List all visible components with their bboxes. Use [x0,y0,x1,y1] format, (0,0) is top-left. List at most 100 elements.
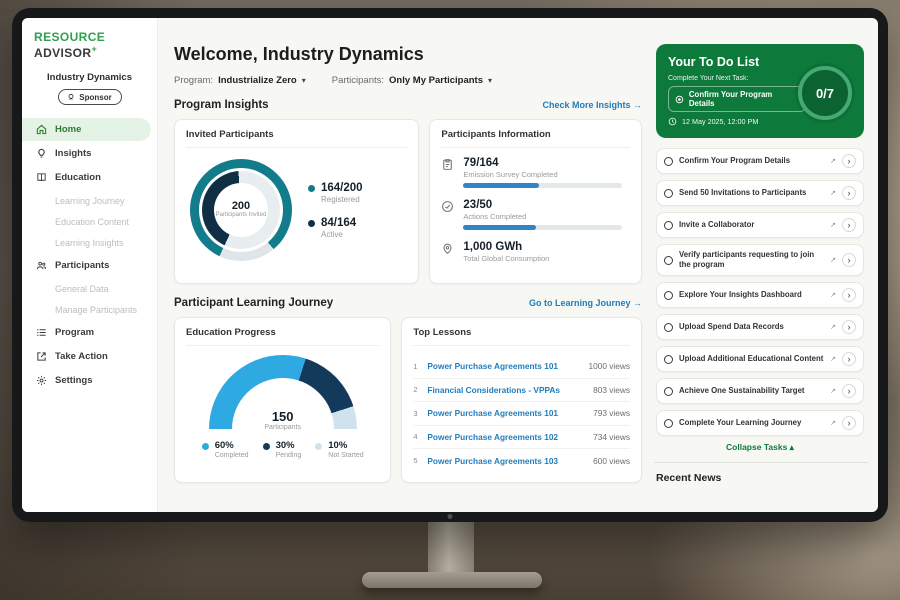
lesson-row: 1 Power Purchase Agreements 101 1000 vie… [413,355,630,379]
chevron-right-icon[interactable]: › [842,416,856,430]
chevron-right-icon[interactable]: › [842,384,856,398]
monitor-stand-neck [428,518,474,578]
filter-bar: Program: Industrialize Zero ▾ Participan… [174,75,642,86]
chevron-right-icon[interactable]: › [842,218,856,232]
education-total: 150 [209,409,357,424]
lesson-views: 600 views [587,456,630,466]
divider [654,462,868,463]
task-item-complete-learning-journey[interactable]: Complete Your Learning Journey ↗ › [656,410,864,436]
task-label: Verify participants requesting to join t… [679,250,824,270]
checkbox-circle-icon[interactable] [664,221,673,230]
survey-progress-fill [463,183,539,188]
checkbox-circle-icon[interactable] [664,256,673,265]
checkbox-circle-icon[interactable] [664,189,673,198]
sidebar-item-learning-insights[interactable]: Learning Insights [22,232,157,253]
checkbox-circle-icon[interactable] [664,387,673,396]
monitor-logo-dot [448,514,453,519]
sidebar-item-education[interactable]: Education [22,166,151,189]
donut-center: 200 Participants Invited [214,183,268,237]
section-title: Participant Learning Journey [174,297,333,309]
sidebar-item-manage-participants[interactable]: Manage Participants [22,299,157,320]
participants-select[interactable]: Participants: Only My Participants ▾ [332,75,492,86]
chevron-right-icon[interactable]: › [842,154,856,168]
lesson-link[interactable]: Power Purchase Agreements 101 [427,361,582,371]
recent-news-title: Recent News [656,472,864,484]
top-lessons-card: Top Lessons 1 Power Purchase Agreements … [401,317,642,483]
page-title: Welcome, Industry Dynamics [174,44,642,65]
task-item-upload-educational-content[interactable]: Upload Additional Educational Content ↗ … [656,346,864,372]
todo-header-card: Your To Do List Complete Your Next Task:… [656,44,864,138]
lesson-link[interactable]: Financial Considerations - VPPAs [427,385,587,395]
checkbox-circle-icon[interactable] [664,291,673,300]
checkbox-circle-icon[interactable] [664,157,673,166]
checkbox-circle-icon[interactable] [664,355,673,364]
lesson-link[interactable]: Power Purchase Agreements 101 [427,408,587,418]
arrow-right-icon: → [633,298,642,308]
lesson-rank: 3 [413,409,427,418]
task-item-explore-insights[interactable]: Explore Your Insights Dashboard ↗ › [656,282,864,308]
registered-dot [308,185,315,192]
task-item-confirm-program[interactable]: Confirm Your Program Details ↗ › [656,148,864,174]
checkbox-circle-icon[interactable] [664,323,673,332]
lesson-link[interactable]: Power Purchase Agreements 103 [427,456,587,466]
monitor-stand-base [362,572,542,588]
task-item-upload-spend-data[interactable]: Upload Spend Data Records ↗ › [656,314,864,340]
program-select[interactable]: Program: Industrialize Zero ▾ [174,75,306,86]
program-insights-header: Program Insights Check More Insights → [174,99,642,111]
collapse-tasks-link[interactable]: Collapse Tasks ▴ [656,442,864,453]
next-task[interactable]: Confirm Your Program Details [668,86,806,112]
sidebar-item-learning-journey[interactable]: Learning Journey [22,190,157,211]
pending-value: 30% [276,440,302,451]
participants-value[interactable]: Only My Participants [389,75,483,86]
chevron-right-icon[interactable]: › [842,352,856,366]
chevron-right-icon[interactable]: › [842,320,856,334]
chevron-right-icon[interactable]: › [842,253,856,267]
active-label: Active [321,230,356,239]
task-item-send-invitations[interactable]: Send 50 Invitations to Participants ↗ › [656,180,864,206]
app-logo: RESOURCE ADVISOR+ [22,30,157,60]
go-to-learning-journey-link[interactable]: Go to Learning Journey → [529,298,642,308]
chevron-right-icon[interactable]: › [842,288,856,302]
sidebar-item-label: Take Action [55,351,108,362]
task-label: Upload Spend Data Records [679,322,824,332]
sidebar-item-education-content[interactable]: Education Content [22,211,157,232]
sidebar-item-general-data[interactable]: General Data [22,278,157,299]
legend-not-started: 10% Not Started [315,440,363,459]
chevron-right-icon[interactable]: › [842,186,856,200]
task-item-achieve-sustainability-target[interactable]: Achieve One Sustainability Target ↗ › [656,378,864,404]
learning-journey-header: Participant Learning Journey Go to Learn… [174,297,642,309]
task-item-invite-collaborator[interactable]: Invite a Collaborator ↗ › [656,212,864,238]
todo-progress-ring: 0/7 [798,66,852,120]
sidebar-item-label: Learning Insights [55,238,124,248]
sidebar-item-program[interactable]: Program [22,321,151,344]
legend-active: 84/164 Active [308,217,363,239]
chevron-down-icon: ▾ [488,76,492,85]
sidebar-item-settings[interactable]: Settings [22,369,151,392]
completed-value: 60% [215,440,249,451]
invited-legend: 164/200 Registered 84/164 Active [308,182,363,239]
completed-label: Completed [215,452,249,459]
sidebar-item-participants[interactable]: Participants [22,254,151,277]
lesson-link[interactable]: Power Purchase Agreements 102 [427,432,587,442]
sidebar-item-label: Learning Journey [55,196,125,206]
program-value[interactable]: Industrialize Zero [218,75,297,86]
consumption-value: 1,000 GWh [463,241,630,253]
actions-icon [441,200,455,214]
insights-cards-row: Invited Participants 200 Participants In… [174,119,642,284]
sidebar-item-insights[interactable]: Insights [22,142,151,165]
sidebar-item-label: General Data [55,284,109,294]
sidebar-item-take-action[interactable]: Take Action [22,345,151,368]
sidebar-item-home[interactable]: Home [22,118,151,141]
external-link-icon: ↗ [830,323,836,331]
invited-donut-chart: 200 Participants Invited [190,159,292,261]
org-name: Industry Dynamics [22,72,157,83]
gauge-center: 150 Participants [209,409,357,431]
task-item-verify-participants[interactable]: Verify participants requesting to join t… [656,244,864,276]
education-gauge-chart: 150 Participants [209,355,357,431]
registered-label: Registered [321,195,363,204]
check-more-insights-link[interactable]: Check More Insights → [542,100,642,110]
task-label: Send 50 Invitations to Participants [679,188,824,198]
sponsor-badge[interactable]: Sponsor [58,89,122,105]
checkbox-circle-icon[interactable] [664,419,673,428]
not-started-dot [315,443,322,450]
